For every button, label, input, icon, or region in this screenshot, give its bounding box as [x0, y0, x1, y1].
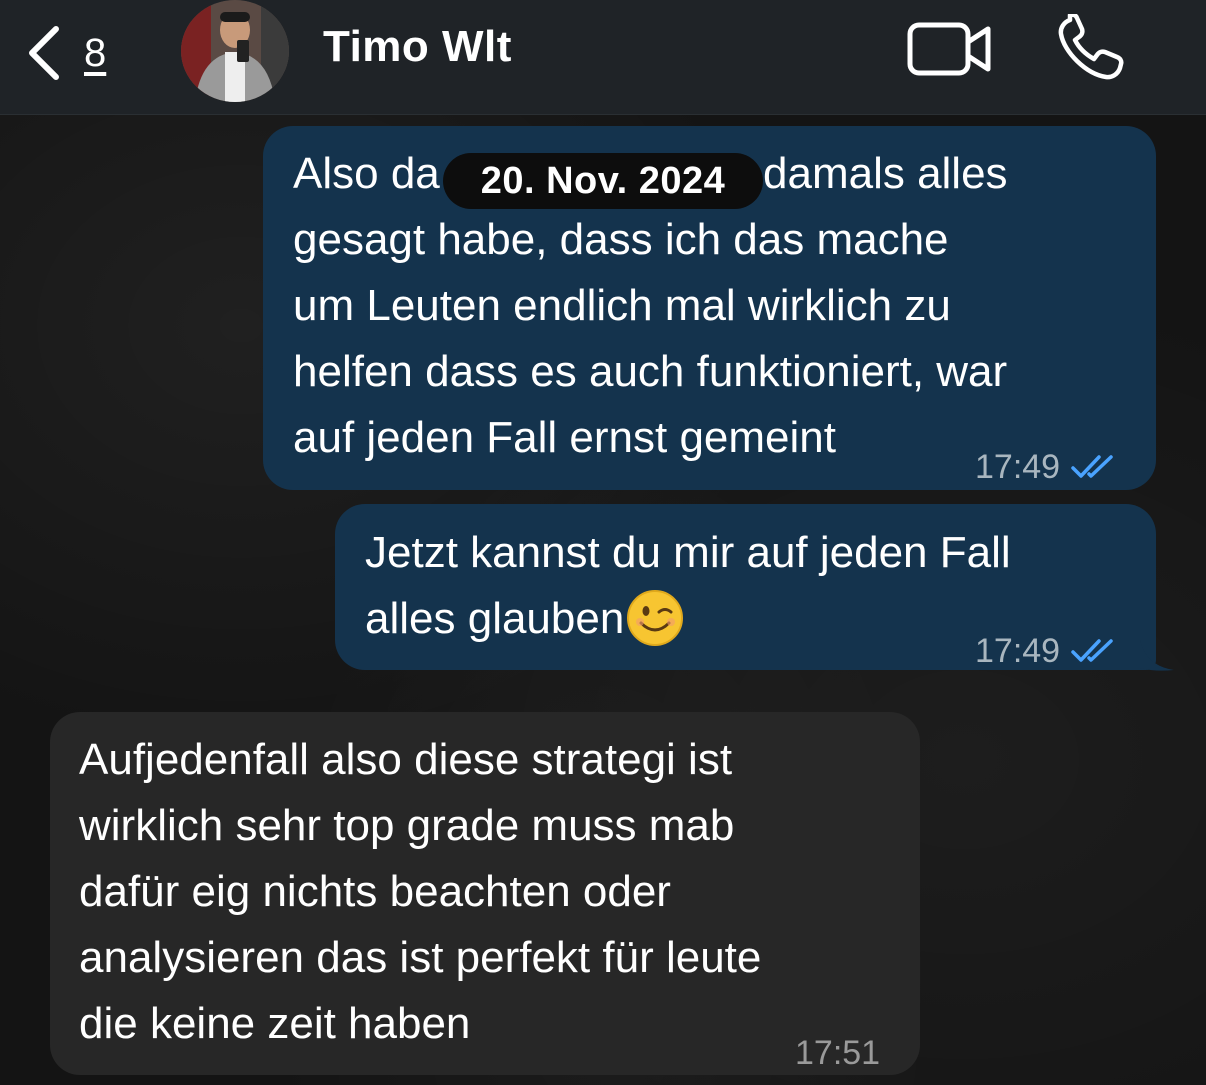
message-text-wrap: Jetzt kannst du mir auf jeden Fall alles… — [365, 520, 1011, 652]
message-time: 17:49 — [975, 632, 1061, 670]
contact-name[interactable]: Timo Wlt — [323, 22, 512, 72]
phone-icon[interactable] — [1056, 14, 1128, 82]
back-button[interactable]: 8 — [22, 18, 132, 88]
video-call-icon[interactable] — [906, 20, 994, 78]
message-text: Aufjedenfall also diese strategi ist wir… — [79, 735, 762, 1048]
read-checkmarks-icon — [1071, 639, 1113, 662]
message-bubble-incoming[interactable]: Aufjedenfall also diese strategi ist wir… — [50, 712, 920, 1075]
message-text-continuation: damals alles — [763, 149, 1008, 198]
winking-face-emoji-icon — [627, 590, 684, 646]
message-time: 17:51 — [795, 1034, 881, 1072]
date-separator: 20. Nov. 2024 — [443, 153, 763, 209]
message-meta: 17:51 — [795, 1020, 880, 1085]
message-time: 17:49 — [975, 448, 1061, 486]
contact-avatar[interactable] — [181, 0, 289, 102]
bubble-tail — [1140, 640, 1174, 671]
read-checkmarks-icon — [1071, 455, 1113, 478]
message-meta: 17:49 — [975, 618, 1118, 684]
avatar-image — [181, 0, 289, 102]
unread-count: 8 — [84, 30, 107, 75]
chevron-left-icon — [29, 26, 59, 80]
message-bubble-outgoing[interactable]: Jetzt kannst du mir auf jeden Fall alles… — [335, 504, 1156, 670]
message-text: Jetzt kannst du mir auf jeden Fall alles… — [365, 528, 1011, 643]
chat-header: 8 Timo Wlt — [0, 0, 1206, 115]
message-meta: 17:49 — [975, 434, 1118, 500]
chat-screen: 8 Timo Wlt Also da gesagt habe, dass ich… — [0, 0, 1206, 1085]
